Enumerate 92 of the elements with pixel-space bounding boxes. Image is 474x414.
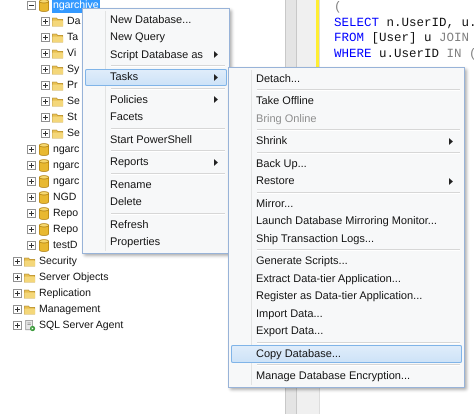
expand-icon[interactable] bbox=[41, 80, 50, 90]
expand-icon[interactable] bbox=[27, 224, 36, 234]
tree-item[interactable]: testD bbox=[52, 238, 79, 252]
menu-item[interactable]: Generate Scripts... bbox=[231, 252, 462, 270]
expand-icon[interactable] bbox=[27, 240, 36, 250]
tree-item[interactable]: Se bbox=[66, 126, 81, 140]
database-icon bbox=[38, 222, 50, 236]
expand-icon[interactable] bbox=[41, 16, 50, 26]
expand-icon[interactable] bbox=[13, 256, 22, 266]
tree-item[interactable]: Sy bbox=[66, 62, 80, 76]
folder-icon bbox=[52, 30, 64, 44]
menu-item[interactable]: Manage Database Encryption... bbox=[231, 368, 462, 385]
folder-icon bbox=[52, 126, 64, 140]
tree-item[interactable]: ngarc bbox=[52, 142, 80, 156]
folder-icon bbox=[24, 286, 36, 300]
menu-item[interactable]: Policies bbox=[85, 91, 227, 108]
folder-icon bbox=[52, 46, 64, 60]
folder-icon bbox=[52, 110, 64, 124]
tree-item[interactable]: Ta bbox=[66, 30, 80, 44]
collapse-icon[interactable] bbox=[27, 0, 36, 10]
expand-icon[interactable] bbox=[27, 192, 36, 202]
menu-item[interactable]: Delete bbox=[85, 194, 227, 211]
menu-item[interactable]: Launch Database Mirroring Monitor... bbox=[231, 212, 462, 230]
database-icon bbox=[38, 206, 50, 220]
expand-icon[interactable] bbox=[27, 160, 36, 170]
menu-item[interactable]: Import Data... bbox=[231, 305, 462, 322]
expand-icon[interactable] bbox=[41, 112, 50, 122]
code-line: ( bbox=[334, 0, 343, 16]
database-icon bbox=[38, 174, 50, 188]
folder-icon bbox=[52, 78, 64, 92]
tree-item[interactable]: Server Objects bbox=[38, 270, 110, 284]
tree-item[interactable]: Repo bbox=[52, 222, 80, 236]
tree-item[interactable]: Vi bbox=[66, 46, 78, 60]
folder-icon bbox=[24, 254, 36, 268]
server-agent-icon bbox=[24, 318, 36, 332]
menu-item[interactable]: Register as Data-tier Application... bbox=[231, 288, 462, 305]
menu-item[interactable]: New Database... bbox=[85, 11, 227, 28]
expand-icon[interactable] bbox=[27, 208, 36, 218]
tree-item[interactable]: Da bbox=[66, 14, 82, 28]
tree-item[interactable]: Repo bbox=[52, 206, 80, 220]
menu-item[interactable]: Facets bbox=[85, 108, 227, 126]
menu-item[interactable]: Take Offline bbox=[231, 92, 462, 110]
menu-item[interactable]: Ship Transaction Logs... bbox=[231, 230, 462, 248]
tree-item[interactable]: SQL Server Agent bbox=[38, 318, 124, 332]
tree-item[interactable]: Management bbox=[38, 302, 102, 316]
tree-item[interactable]: Pr bbox=[66, 78, 78, 92]
expand-icon[interactable] bbox=[41, 32, 50, 42]
folder-icon bbox=[24, 270, 36, 284]
tree-item[interactable]: Se bbox=[66, 94, 81, 108]
expand-icon[interactable] bbox=[13, 288, 22, 298]
menu-item[interactable]: Refresh bbox=[85, 216, 227, 234]
folder-icon bbox=[52, 94, 64, 108]
menu-item[interactable]: Extract Data-tier Application... bbox=[231, 270, 462, 288]
menu-item[interactable]: Detach... bbox=[231, 70, 462, 88]
expand-icon[interactable] bbox=[27, 144, 36, 154]
menu-item[interactable]: Mirror... bbox=[231, 195, 462, 212]
menu-item[interactable]: Copy Database... bbox=[231, 345, 462, 362]
tree-item[interactable]: NGD bbox=[52, 190, 78, 204]
menu-item[interactable]: Start PowerShell bbox=[85, 131, 227, 148]
folder-icon bbox=[24, 302, 36, 316]
expand-icon[interactable] bbox=[27, 176, 36, 186]
database-icon bbox=[38, 142, 50, 156]
menu-item[interactable]: Tasks bbox=[85, 68, 227, 86]
menu-item[interactable]: Shrink bbox=[231, 132, 462, 150]
menu-item[interactable]: Script Database as bbox=[85, 46, 227, 64]
tree-item[interactable]: ngarc bbox=[52, 174, 80, 188]
folder-icon bbox=[52, 14, 64, 28]
tree-item[interactable]: Replication bbox=[38, 286, 92, 300]
tree-item[interactable]: St bbox=[66, 110, 78, 124]
menu-item[interactable]: Rename bbox=[85, 176, 227, 194]
expand-icon[interactable] bbox=[41, 64, 50, 74]
tree-item[interactable]: Security bbox=[38, 254, 78, 268]
code-line: FROM [User] u JOIN bbox=[334, 31, 470, 46]
menu-item[interactable]: Reports bbox=[85, 154, 227, 171]
menu-item[interactable]: New Query bbox=[85, 28, 227, 46]
folder-icon bbox=[52, 62, 64, 76]
menu-item[interactable]: Back Up... bbox=[231, 155, 462, 172]
expand-icon[interactable] bbox=[13, 320, 22, 330]
tree-item[interactable]: ngarc bbox=[52, 158, 80, 172]
database-icon bbox=[38, 0, 50, 12]
expand-icon[interactable] bbox=[13, 304, 22, 314]
database-icon bbox=[38, 190, 50, 204]
menu-item[interactable]: Export Data... bbox=[231, 322, 462, 340]
expand-icon[interactable] bbox=[13, 272, 22, 282]
expand-icon[interactable] bbox=[41, 48, 50, 58]
menu-item[interactable]: Restore bbox=[231, 172, 462, 190]
expand-icon[interactable] bbox=[41, 128, 50, 138]
expand-icon[interactable] bbox=[41, 96, 50, 106]
code-line: SELECT n.UserID, u. bbox=[334, 16, 474, 31]
database-icon bbox=[38, 158, 50, 172]
database-icon bbox=[38, 238, 50, 252]
menu-item[interactable]: Properties bbox=[85, 234, 227, 251]
